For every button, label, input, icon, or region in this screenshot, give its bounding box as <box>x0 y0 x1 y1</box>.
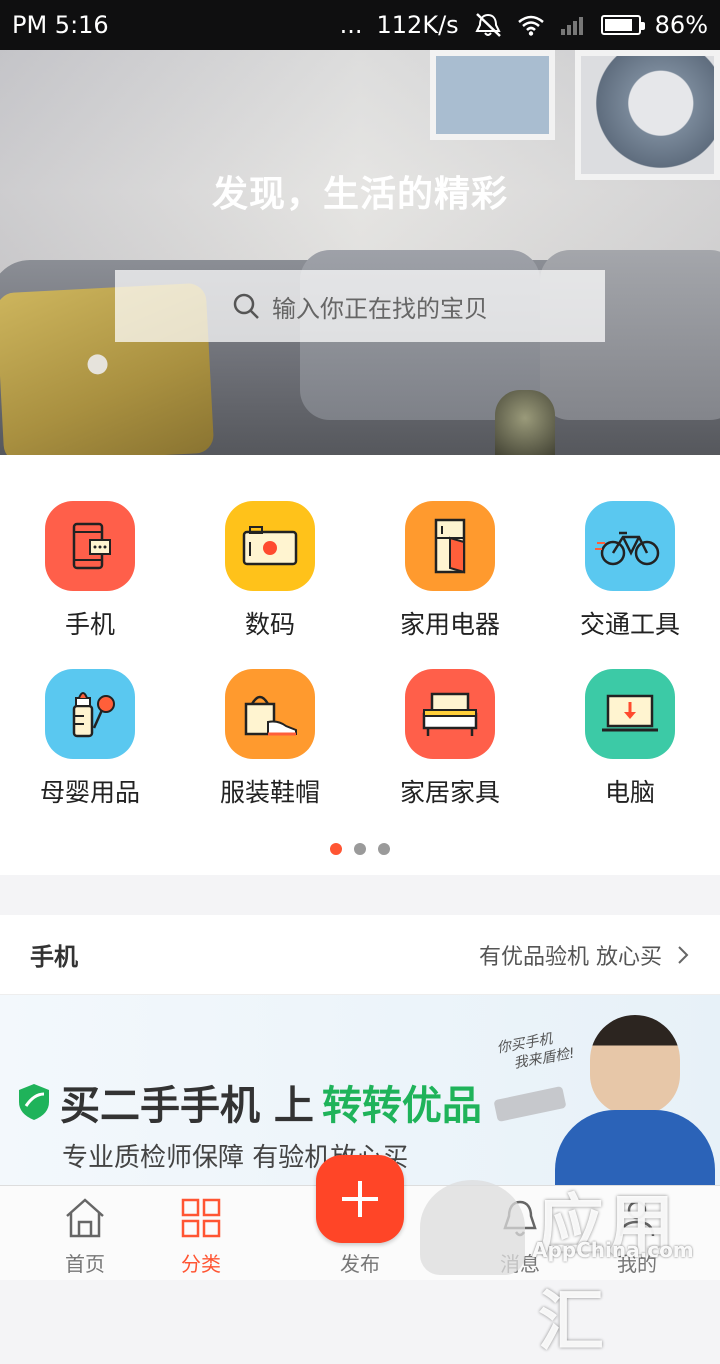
hero-banner: 发现，生活的精彩 输入你正在找的宝贝 <box>0 50 720 455</box>
banner-headline-highlight: 转转优品 <box>321 1083 482 1129</box>
bell-icon <box>503 1200 537 1237</box>
section-header-phone[interactable]: 手机 有优品验机 放心买 <box>0 915 720 995</box>
status-dots: ... <box>339 11 363 39</box>
phone-icon <box>45 501 135 591</box>
camera-icon <box>225 501 315 591</box>
tab-label: 消息 <box>500 1252 540 1276</box>
laptop-icon <box>585 669 675 759</box>
category-phone[interactable]: 手机 <box>0 501 180 641</box>
tab-label: 我的 <box>617 1252 657 1276</box>
signal-icon <box>560 17 583 35</box>
home-icon <box>66 1198 104 1238</box>
status-time: PM 5:16 <box>12 11 109 39</box>
banner-headline: 买二手手机 上转转优品 <box>16 1073 482 1131</box>
section-title: 手机 <box>30 943 78 971</box>
pager-dot[interactable] <box>378 843 390 855</box>
status-bar: PM 5:16 ... 112K/s 86% <box>0 0 720 50</box>
category-label: 数码 <box>244 610 295 639</box>
wifi-icon <box>517 15 544 36</box>
category-label: 家用电器 <box>399 610 500 639</box>
pillow-button <box>87 353 109 375</box>
mute-icon <box>475 13 501 37</box>
category-label: 服装鞋帽 <box>219 778 320 807</box>
shield-icon <box>19 1084 49 1120</box>
category-transport[interactable]: 交通工具 <box>540 501 720 641</box>
hero-title: 发现，生活的精彩 <box>211 174 508 215</box>
model-head <box>590 1015 680 1115</box>
tab-messages[interactable]: 消息 <box>460 1194 580 1277</box>
pager-dot-active[interactable] <box>330 843 342 855</box>
category-label: 电脑 <box>604 778 655 807</box>
user-icon <box>619 1200 655 1237</box>
wall-frame-right <box>575 50 720 180</box>
battery-fill <box>604 19 633 31</box>
plus-icon <box>342 1181 378 1217</box>
pager-dot[interactable] <box>354 843 366 855</box>
category-label: 手机 <box>64 610 115 639</box>
category-grid: 手机 数码 家用电器 交通工具 母婴用品 服装鞋帽 家居家具 电脑 <box>0 455 720 875</box>
category-appliances[interactable]: 家用电器 <box>360 501 540 641</box>
category-baby[interactable]: 母婴用品 <box>0 669 180 809</box>
category-furniture[interactable]: 家居家具 <box>360 669 540 809</box>
search-input[interactable]: 输入你正在找的宝贝 <box>115 270 605 342</box>
battery-percent: 86% <box>654 11 708 39</box>
pager-dots <box>330 843 390 855</box>
bag-shoe-icon <box>225 669 315 759</box>
search-placeholder: 输入你正在找的宝贝 <box>272 294 488 323</box>
chevron-right-icon <box>678 945 689 964</box>
bed-icon <box>405 669 495 759</box>
battery-icon <box>600 15 645 35</box>
baby-bottle-icon <box>45 669 135 759</box>
bicycle-icon <box>585 501 675 591</box>
category-clothing[interactable]: 服装鞋帽 <box>180 669 360 809</box>
search-icon <box>233 293 259 319</box>
status-speed: 112K/s <box>376 11 459 39</box>
model-body <box>555 1110 715 1185</box>
section-subtitle: 有优品验机 放心买 <box>479 944 662 970</box>
publish-label: 发布 <box>340 1252 380 1276</box>
vase <box>495 390 555 455</box>
category-label: 母婴用品 <box>39 778 140 807</box>
publish-button[interactable] <box>316 1155 404 1243</box>
wall-frame-left <box>430 50 555 140</box>
tab-mine[interactable]: 我的 <box>577 1194 697 1277</box>
tab-label: 首页 <box>65 1252 105 1276</box>
tab-label: 分类 <box>181 1252 221 1276</box>
category-label: 家居家具 <box>399 778 500 807</box>
category-computer[interactable]: 电脑 <box>540 669 720 809</box>
category-digital[interactable]: 数码 <box>180 501 360 641</box>
tab-home[interactable]: 首页 <box>25 1194 145 1277</box>
grid-icon <box>181 1198 221 1238</box>
tab-category[interactable]: 分类 <box>141 1194 261 1277</box>
fridge-icon <box>405 501 495 591</box>
banner-model-image <box>555 1015 715 1185</box>
section-subtitle-link[interactable]: 有优品验机 放心买 <box>479 939 690 971</box>
banner-headline-prefix: 买二手手机 上 <box>60 1083 314 1129</box>
category-label: 交通工具 <box>579 610 680 639</box>
